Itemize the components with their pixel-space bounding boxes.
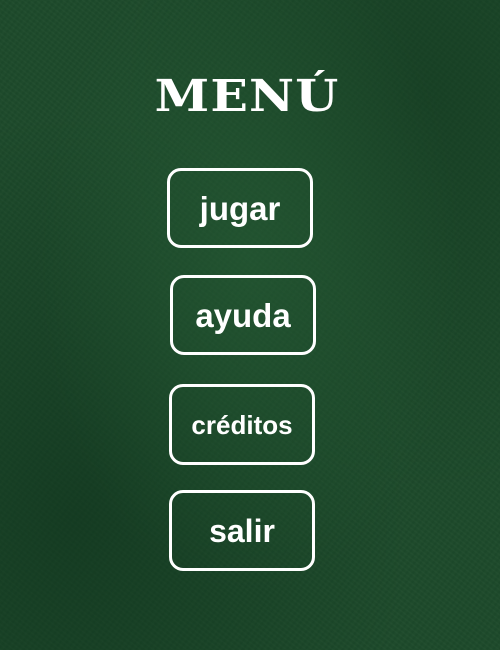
credits-button[interactable]: créditos bbox=[169, 384, 315, 465]
credits-button-label: créditos bbox=[191, 409, 293, 440]
menu-title: MENÚ bbox=[154, 71, 340, 122]
exit-button-label: salir bbox=[209, 512, 275, 549]
chalkboard-background: MENÚ jugar ayuda créditos salir bbox=[0, 0, 500, 650]
play-button[interactable]: jugar bbox=[167, 168, 313, 248]
exit-button[interactable]: salir bbox=[169, 490, 315, 571]
help-button-label: ayuda bbox=[195, 296, 291, 334]
help-button[interactable]: ayuda bbox=[170, 275, 316, 355]
play-button-label: jugar bbox=[199, 189, 281, 227]
